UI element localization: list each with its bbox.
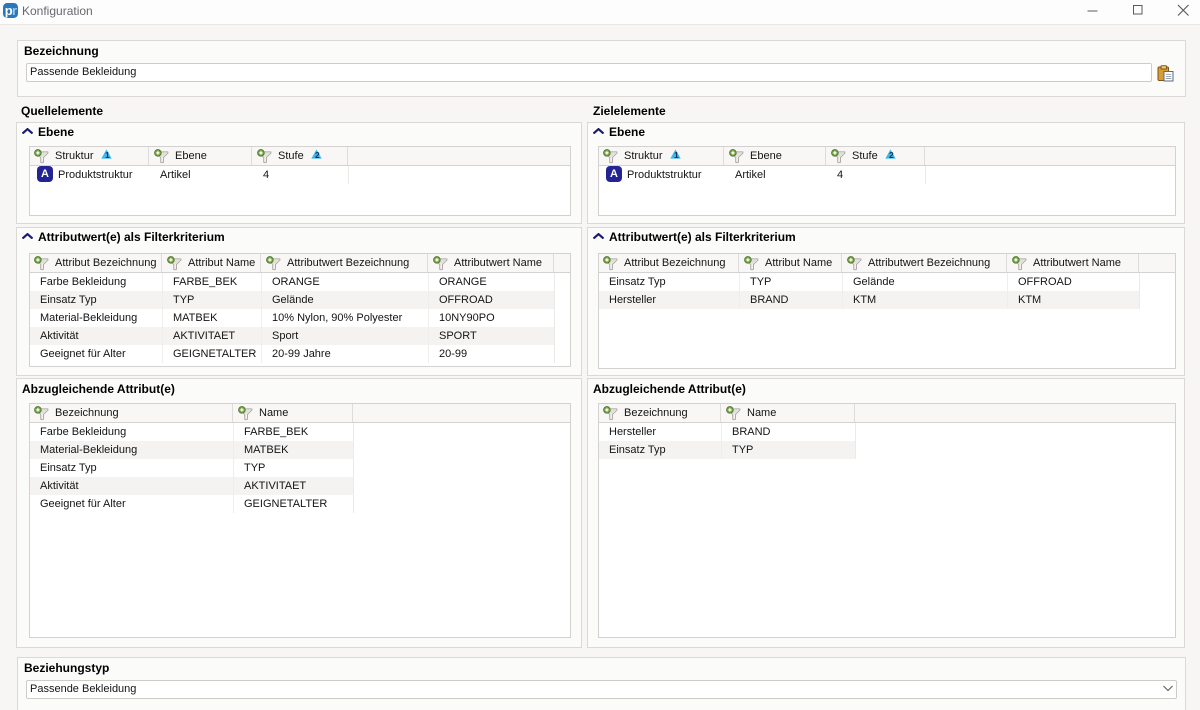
svg-text:1: 1 [105, 150, 110, 159]
svg-text:2: 2 [315, 150, 320, 159]
svg-text:1: 1 [674, 150, 679, 159]
svg-text:2: 2 [889, 150, 894, 159]
svg-text:r: r [12, 3, 17, 18]
